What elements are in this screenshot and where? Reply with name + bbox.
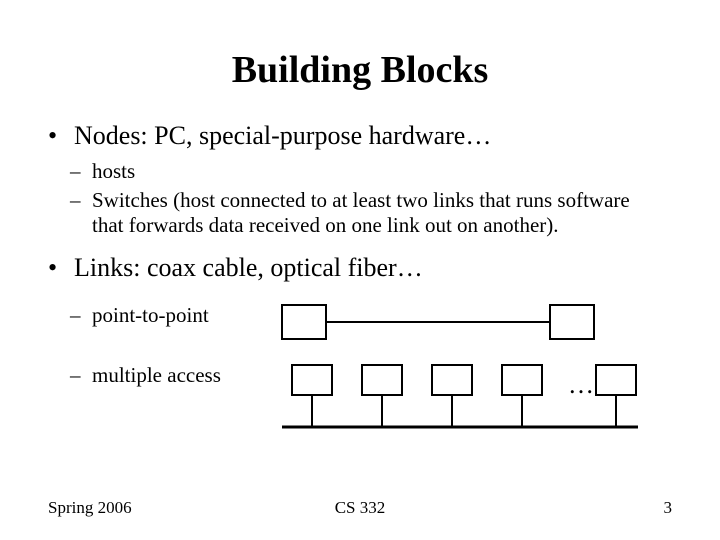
footer-center: CS 332 xyxy=(48,498,672,518)
diagram-multiple-access: … xyxy=(280,363,672,433)
diagram-point-to-point xyxy=(280,303,672,345)
bullet-list: Nodes: PC, special-purpose hardware… hos… xyxy=(48,120,672,433)
ellipsis-text: … xyxy=(568,370,594,399)
slide: Building Blocks Nodes: PC, special-purpo… xyxy=(0,0,720,540)
bullet-nodes-hosts: hosts xyxy=(70,159,630,184)
bullet-nodes: Nodes: PC, special-purpose hardware… xyxy=(48,120,672,153)
bullet-links-p2p: point-to-point xyxy=(70,303,280,328)
row-multiple-access: multiple access … xyxy=(70,363,672,433)
bullet-links-multi: multiple access xyxy=(70,363,280,388)
bullet-links: Links: coax cable, optical fiber… xyxy=(48,252,672,285)
slide-footer: Spring 2006 CS 332 3 xyxy=(48,498,672,518)
slide-title: Building Blocks xyxy=(48,48,672,92)
row-point-to-point: point-to-point xyxy=(70,303,672,345)
bullet-nodes-switches: Switches (host connected to at least two… xyxy=(70,188,630,238)
